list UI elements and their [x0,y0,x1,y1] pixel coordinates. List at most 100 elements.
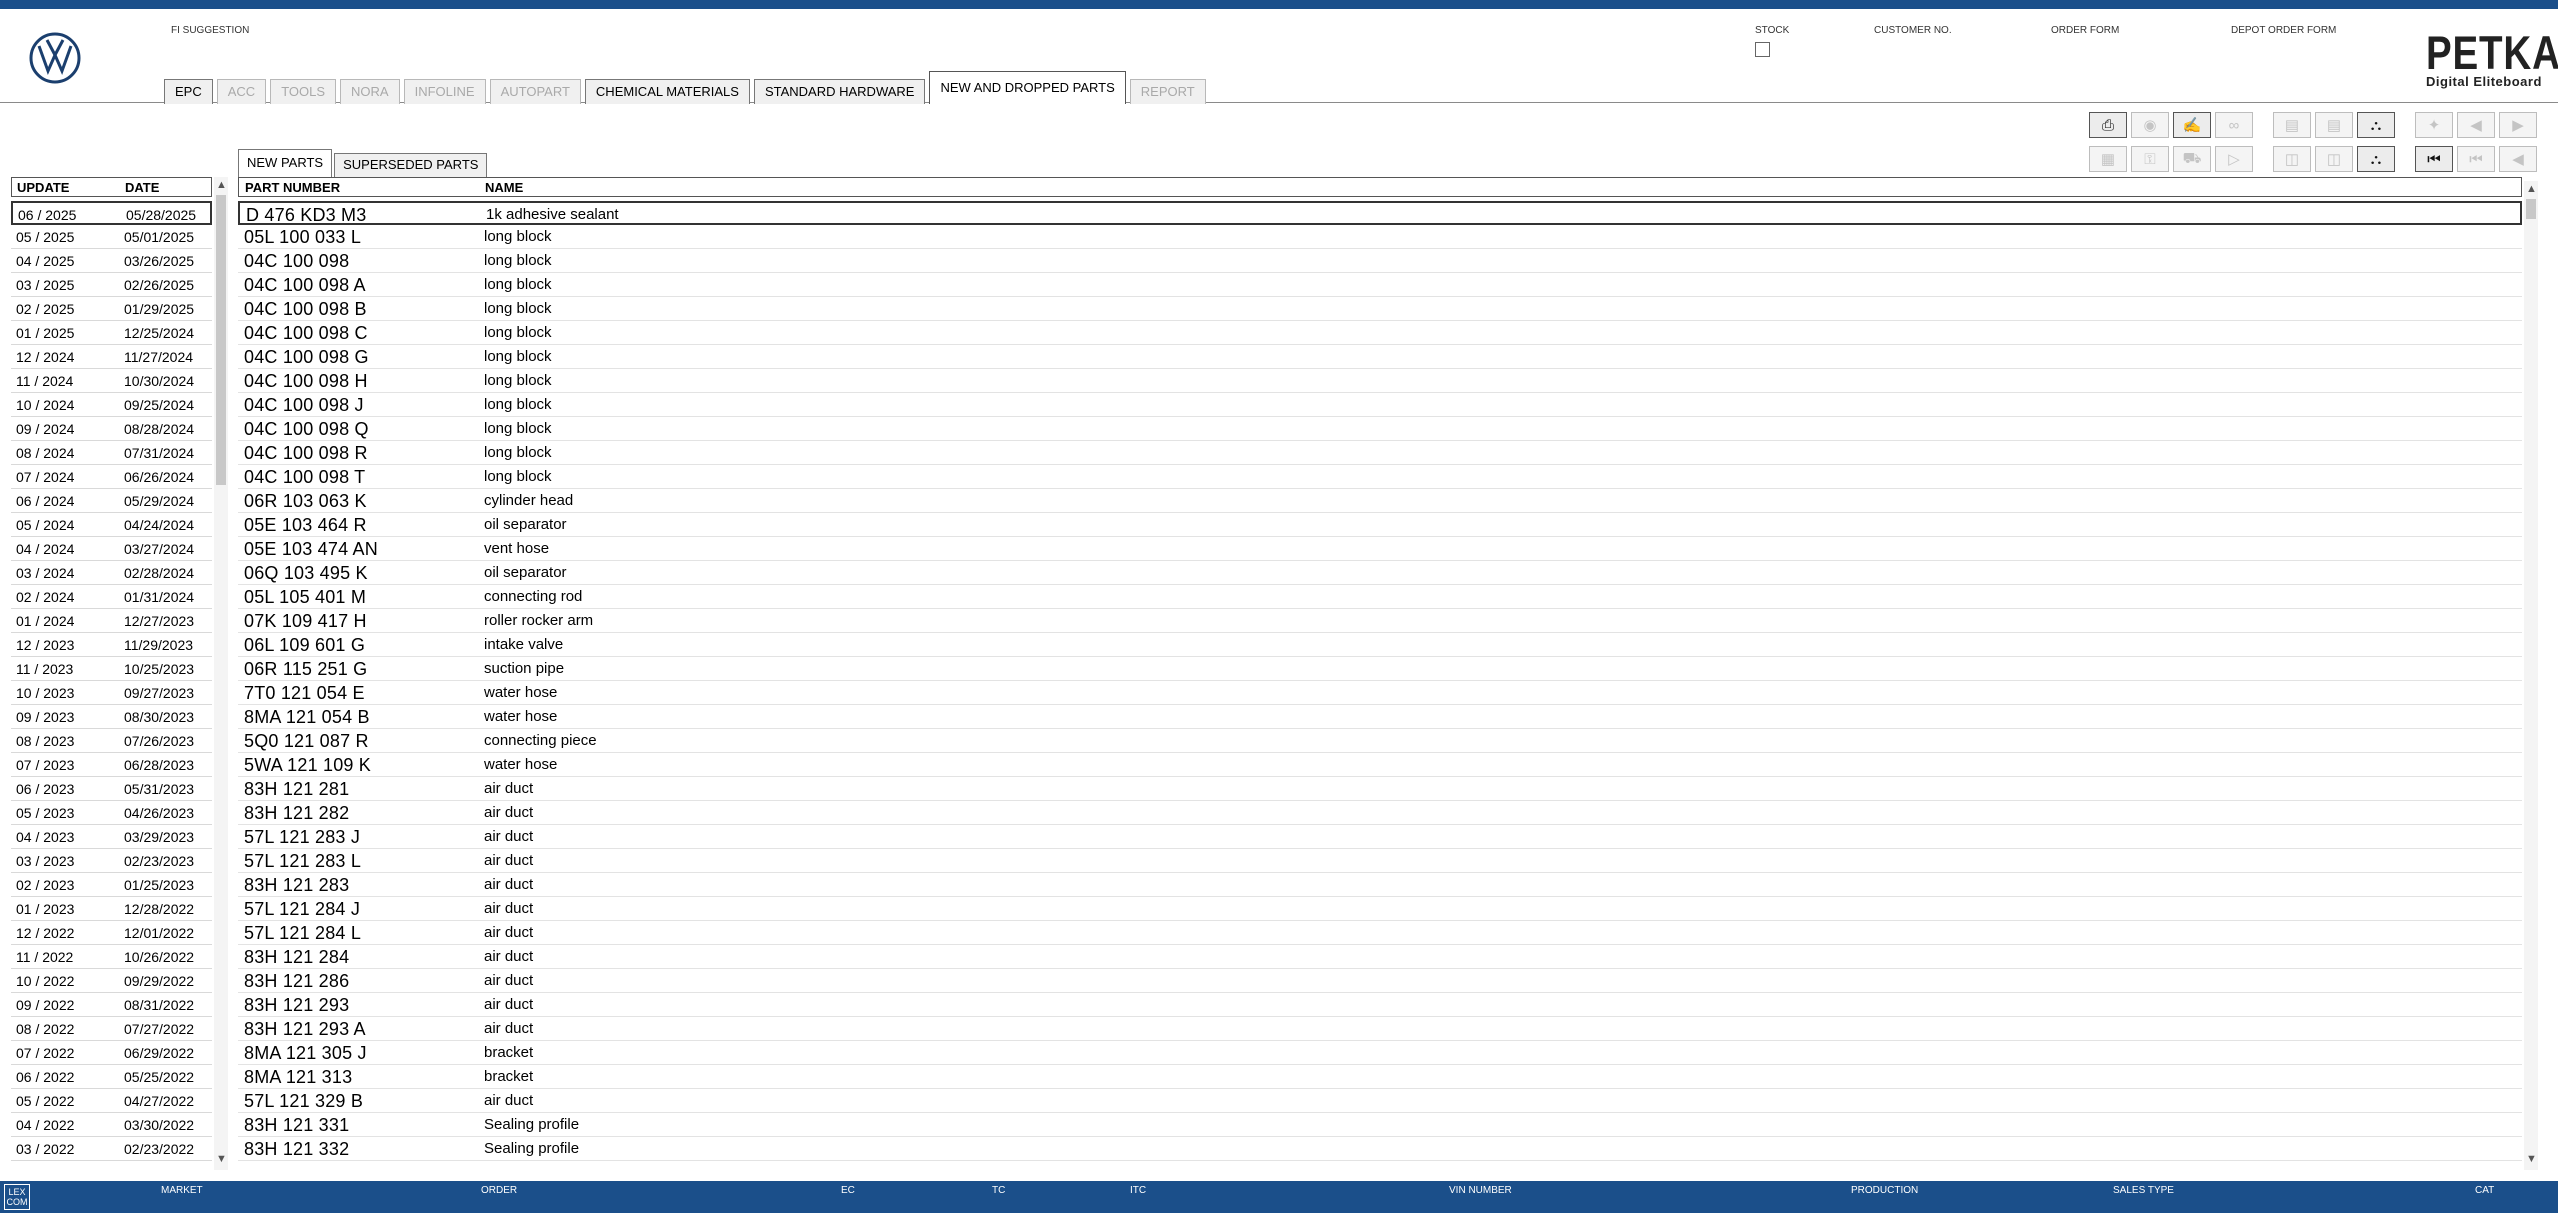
part-row[interactable]: 04C 100 098 long block [238,249,2522,273]
part-row[interactable]: 04C 100 098 C long block [238,321,2522,345]
stock-checkbox[interactable] [1755,42,1770,57]
update-column-header[interactable]: UPDATE [17,180,69,195]
part-row[interactable]: 06R 115 251 G suction pipe [238,657,2522,681]
cart-plus-icon[interactable]: ⛬ [2357,146,2395,172]
part-row[interactable]: 04C 100 098 A long block [238,273,2522,297]
depot-order-form-label[interactable]: DEPOT ORDER FORM [2231,25,2336,36]
part-row[interactable]: 04C 100 098 J long block [238,393,2522,417]
first-icon[interactable]: ⏮ [2415,146,2453,172]
name-column-header[interactable]: NAME [485,180,523,195]
part-row[interactable]: 5WA 121 109 K water hose [238,753,2522,777]
previous-icon[interactable]: ⏮ [2457,146,2495,172]
back-icon[interactable]: ◀ [2499,146,2537,172]
part-row[interactable]: 06L 109 601 G intake valve [238,633,2522,657]
part-row[interactable]: 04C 100 098 B long block [238,297,2522,321]
part-row[interactable]: 57L 121 284 J air duct [238,897,2522,921]
part-row[interactable]: 04C 100 098 Q long block [238,417,2522,441]
part-row[interactable]: 83H 121 282 air duct [238,801,2522,825]
date-row[interactable]: 01 / 2024 12/27/2023 [11,609,212,633]
part-row[interactable]: 83H 121 293 air duct [238,993,2522,1017]
date-row[interactable]: 06 / 2022 05/25/2022 [11,1065,212,1089]
scroll-down-icon[interactable]: ▼ [216,1153,227,1165]
date-row[interactable]: 04 / 2022 03/30/2022 [11,1113,212,1137]
part-row[interactable]: 05E 103 464 R oil separator [238,513,2522,537]
pin-icon[interactable]: ✦ [2415,112,2453,138]
print-icon[interactable]: ⎙ [2089,112,2127,138]
date-row[interactable]: 06 / 2025 05/28/2025 [11,201,212,225]
date-row[interactable]: 03 / 2024 02/28/2024 [11,561,212,585]
date-row[interactable]: 02 / 2023 01/25/2023 [11,873,212,897]
date-column-header[interactable]: DATE [125,180,159,195]
part-row[interactable]: 04C 100 098 H long block [238,369,2522,393]
date-row[interactable]: 02 / 2024 01/31/2024 [11,585,212,609]
part-row[interactable]: 83H 121 332 Sealing profile [238,1137,2522,1161]
date-row[interactable]: 12 / 2022 12/01/2022 [11,921,212,945]
date-row[interactable]: 08 / 2023 07/26/2023 [11,729,212,753]
date-row[interactable]: 03 / 2023 02/23/2023 [11,849,212,873]
part-row[interactable]: 05L 105 401 M connecting rod [238,585,2522,609]
date-row[interactable]: 04 / 2025 03/26/2025 [11,249,212,273]
order-form-label[interactable]: ORDER FORM [2051,25,2119,36]
date-row[interactable]: 04 / 2024 03/27/2024 [11,537,212,561]
part-row[interactable]: 04C 100 098 G long block [238,345,2522,369]
stamp-icon[interactable]: ◉ [2131,112,2169,138]
car-icon[interactable]: ⛟ [2173,146,2211,172]
tab-chemical-materials[interactable]: CHEMICAL MATERIALS [584,79,750,104]
transfer-icon[interactable]: ◫ [2315,146,2353,172]
part-row[interactable]: 83H 121 293 A air duct [238,1017,2522,1041]
date-row[interactable]: 07 / 2023 06/28/2023 [11,753,212,777]
part-row[interactable]: 06R 103 063 K cylinder head [238,489,2522,513]
handshake-icon[interactable]: ✍ [2173,112,2211,138]
customer-no-label[interactable]: CUSTOMER NO. [1874,25,1952,36]
date-row[interactable]: 03 / 2025 02/26/2025 [11,273,212,297]
date-row[interactable]: 06 / 2023 05/31/2023 [11,777,212,801]
scroll-down-icon[interactable]: ▼ [2526,1153,2537,1165]
date-row[interactable]: 01 / 2023 12/28/2022 [11,897,212,921]
date-row[interactable]: 10 / 2022 09/29/2022 [11,969,212,993]
date-row[interactable]: 09 / 2023 08/30/2023 [11,705,212,729]
part-row[interactable]: 57L 121 283 L air duct [238,849,2522,873]
part-row[interactable]: 05E 103 474 AN vent hose [238,537,2522,561]
tab-new-parts[interactable]: NEW PARTS [238,149,333,177]
date-row[interactable]: 05 / 2025 05/01/2025 [11,225,212,249]
glasses-icon[interactable]: ∞ [2215,112,2253,138]
date-row[interactable]: 06 / 2024 05/29/2024 [11,489,212,513]
tab-nora[interactable]: NORA [340,79,400,104]
depot-icon[interactable]: ▤ [2315,112,2353,138]
date-row[interactable]: 09 / 2022 08/31/2022 [11,993,212,1017]
tab-tools[interactable]: TOOLS [270,79,337,104]
scroll-up-icon[interactable]: ▲ [216,179,227,191]
tab-standard-hardware[interactable]: STANDARD HARDWARE [753,79,926,104]
part-row[interactable]: 06Q 103 495 K oil separator [238,561,2522,585]
prev-page-icon[interactable]: ◀ [2457,112,2495,138]
tab-autopart[interactable]: AUTOPART [489,79,581,104]
cart-icon[interactable]: ⛬ [2357,112,2395,138]
tab-new-and-dropped-parts[interactable]: NEW AND DROPPED PARTS [929,71,1126,104]
date-row[interactable]: 12 / 2024 11/27/2024 [11,345,212,369]
part-row[interactable]: 83H 121 284 air duct [238,945,2522,969]
date-row[interactable]: 08 / 2022 07/27/2022 [11,1017,212,1041]
date-row[interactable]: 05 / 2022 04/27/2022 [11,1089,212,1113]
date-row[interactable]: 11 / 2022 10/26/2022 [11,945,212,969]
date-row[interactable]: 05 / 2024 04/24/2024 [11,513,212,537]
date-row[interactable]: 09 / 2024 08/28/2024 [11,417,212,441]
date-row[interactable]: 12 / 2023 11/29/2023 [11,633,212,657]
next-page-icon[interactable]: ▶ [2499,112,2537,138]
date-list-scrollbar[interactable]: ▲ ▼ [214,177,228,1170]
date-row[interactable]: 07 / 2024 06/26/2024 [11,465,212,489]
part-row[interactable]: 05L 100 033 L long block [238,225,2522,249]
part-row[interactable]: 04C 100 098 R long block [238,441,2522,465]
part-row[interactable]: 83H 121 283 air duct [238,873,2522,897]
table-icon[interactable]: ▦ [2089,146,2127,172]
tab-superseded-parts[interactable]: SUPERSEDED PARTS [334,153,488,177]
part-row[interactable]: 57L 121 329 B air duct [238,1089,2522,1113]
tab-report[interactable]: REPORT [1129,79,1206,104]
date-row[interactable]: 02 / 2025 01/29/2025 [11,297,212,321]
part-row[interactable]: 07K 109 417 H roller rocker arm [238,609,2522,633]
part-row[interactable]: D 476 KD3 M3 1k adhesive sealant [238,201,2522,225]
part-row[interactable]: 04C 100 098 T long block [238,465,2522,489]
part-row[interactable]: 8MA 121 313 bracket [238,1065,2522,1089]
part-row[interactable]: 8MA 121 054 B water hose [238,705,2522,729]
part-row[interactable]: 83H 121 286 air duct [238,969,2522,993]
tab-epc[interactable]: EPC [164,79,213,104]
